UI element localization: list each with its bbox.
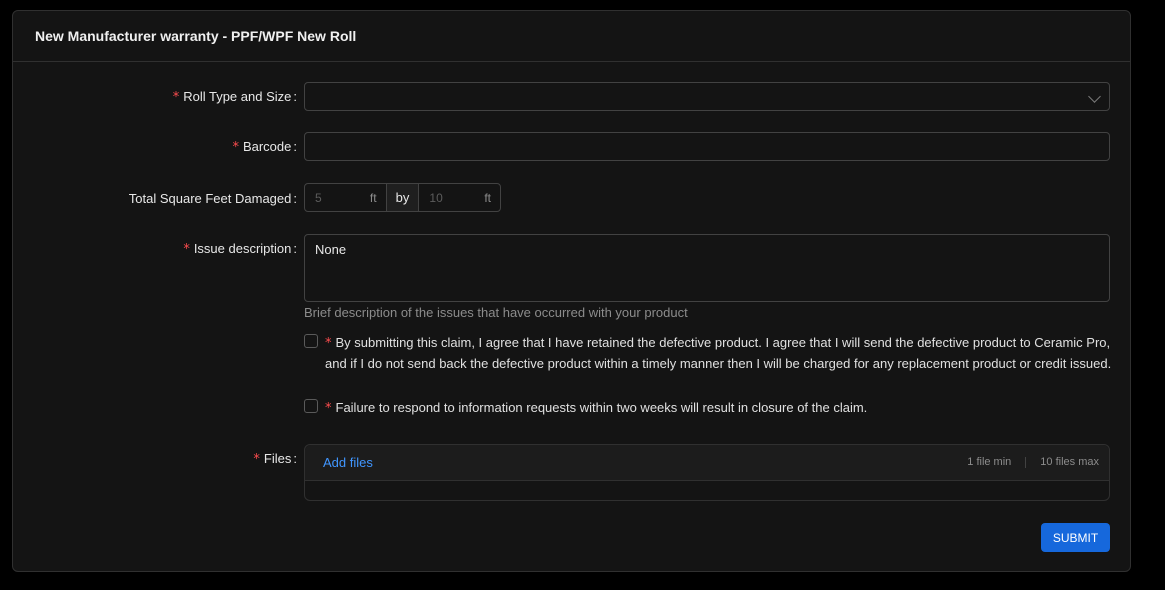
damage-width-input[interactable]: 5 ft: [305, 184, 386, 211]
issue-value: None: [315, 242, 347, 257]
agreement-text: * By submitting this claim, I agree that …: [325, 335, 1112, 371]
response-notice-checkbox[interactable]: [304, 399, 318, 413]
by-separator: by: [385, 184, 420, 211]
roll-type-label: * Roll Type and Size:: [172, 89, 297, 105]
required-mark: *: [172, 90, 180, 105]
required-mark: *: [325, 336, 332, 351]
submit-button[interactable]: SUBMIT: [1041, 523, 1110, 552]
barcode-row: * Barcode:: [0, 132, 1165, 161]
issue-row: * Issue description: None Brief descripti…: [0, 234, 1165, 324]
divider: [1025, 456, 1027, 468]
issue-help-text: Brief description of the issues that hav…: [304, 305, 688, 320]
required-mark: *: [183, 242, 190, 257]
issue-textarea[interactable]: None: [304, 234, 1110, 302]
response-notice-text: * Failure to respond to information reque…: [325, 400, 868, 416]
card-title: New Manufacturer warranty - PPF/WPF New …: [13, 11, 1130, 62]
agreement-checkbox[interactable]: [304, 334, 318, 348]
files-max-text: 10 files max: [1040, 456, 1099, 468]
damage-dimensions-group: 5 ft by 10 ft: [304, 183, 501, 212]
damage-row: Total Square Feet Damaged: 5 ft by 10 ft: [0, 183, 1165, 212]
chevron-down-icon: [1088, 90, 1101, 103]
issue-label: * Issue description:: [183, 241, 297, 257]
roll-type-select[interactable]: [304, 82, 1110, 111]
damage-length-input[interactable]: 10 ft: [419, 184, 500, 211]
required-mark: *: [253, 452, 260, 467]
file-limits: 1 file min 10 files max: [967, 456, 1099, 468]
file-upload-area: Add files 1 file min 10 files max: [304, 444, 1110, 501]
damage-label: Total Square Feet Damaged:: [128, 191, 297, 206]
files-label: * Files:: [253, 451, 297, 467]
barcode-input[interactable]: [304, 132, 1110, 161]
unit-suffix: ft: [484, 191, 491, 205]
required-mark: *: [232, 140, 239, 155]
required-mark: *: [325, 401, 332, 416]
unit-suffix: ft: [369, 191, 377, 205]
roll-type-row: * Roll Type and Size:: [0, 82, 1165, 111]
add-files-button[interactable]: Add files: [323, 455, 373, 470]
file-upload-header: Add files 1 file min 10 files max: [305, 445, 1109, 481]
barcode-label: * Barcode:: [232, 139, 297, 155]
files-min-text: 1 file min: [967, 456, 1012, 468]
